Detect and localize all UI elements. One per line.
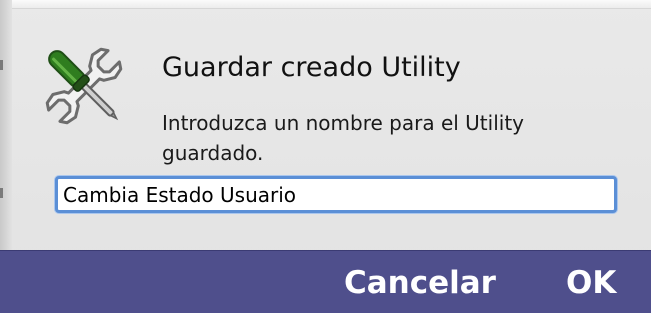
ok-button[interactable]: OK (566, 265, 616, 301)
cancel-button[interactable]: Cancelar (344, 265, 496, 301)
dialog-button-bar: Cancelar OK (0, 250, 651, 313)
edge-mark (0, 188, 3, 198)
edge-mark (0, 60, 3, 70)
dialog-title: Guardar creado Utility (162, 52, 461, 83)
dialog-message: Introduzca un nombre para el Utility gua… (162, 111, 524, 165)
window-top-edge (0, 0, 651, 9)
utility-name-input[interactable] (55, 176, 617, 213)
window-left-edge (0, 0, 12, 250)
tools-wrench-screwdriver-icon (36, 38, 132, 134)
save-utility-dialog: Guardar creado Utility Introduzca un nom… (0, 0, 651, 313)
